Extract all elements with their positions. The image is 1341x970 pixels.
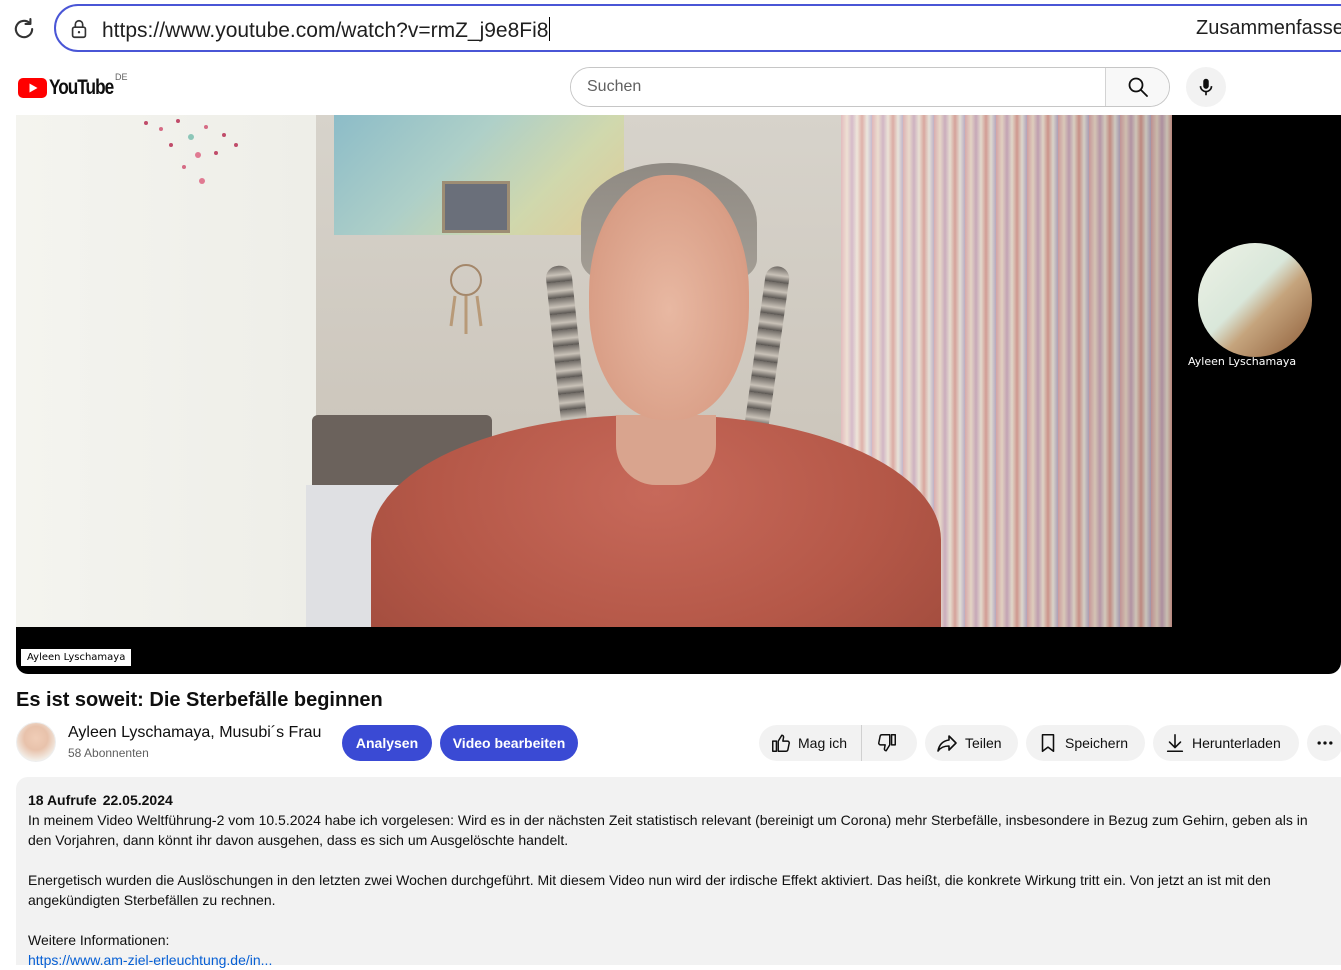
dislike-button[interactable]: [862, 725, 912, 761]
download-icon: [1166, 733, 1184, 753]
participant-avatar: [1198, 243, 1312, 357]
summarize-button[interactable]: Zusammenfasse: [1196, 17, 1341, 40]
description-paragraph-2: Energetisch wurden die Auslöschungen in …: [28, 872, 1271, 908]
browser-toolbar: https://www.youtube.com/watch?v=rmZ_j9e8…: [0, 0, 1341, 58]
more-info-label: Weitere Informationen:: [28, 932, 170, 948]
save-button[interactable]: Speichern: [1026, 725, 1145, 761]
subscriber-count: 58 Abonnenten: [68, 746, 149, 760]
youtube-logo[interactable]: YouTube DE: [18, 72, 128, 100]
video-frame[interactable]: [16, 115, 1172, 627]
save-label: Speichern: [1065, 735, 1129, 751]
speaker-face: [589, 175, 749, 420]
share-icon: [937, 735, 957, 752]
search-box: [570, 67, 1170, 107]
channel-avatar[interactable]: [16, 722, 56, 762]
thumbs-up-icon: [772, 734, 790, 752]
analytics-button[interactable]: Analysen: [342, 725, 432, 761]
download-label: Herunterladen: [1192, 735, 1281, 751]
wall-picture: [442, 181, 510, 233]
youtube-play-icon: [18, 78, 47, 98]
speaker-name-tag: Ayleen Lyschamaya: [21, 649, 132, 666]
video-player[interactable]: Ayleen Lyschamaya Ayleen Lyschamaya: [16, 115, 1341, 674]
search-icon: [1128, 77, 1148, 97]
share-button[interactable]: Teilen: [925, 725, 1018, 761]
like-label: Mag ich: [798, 735, 848, 751]
more-horizontal-icon: [1317, 741, 1333, 745]
like-dislike-group: Mag ich: [759, 725, 917, 761]
country-code: DE: [115, 72, 128, 82]
reload-icon[interactable]: [10, 15, 38, 43]
download-button[interactable]: Herunterladen: [1153, 725, 1299, 761]
share-label: Teilen: [965, 735, 1002, 751]
view-count: 18 Aufrufe: [28, 792, 97, 808]
more-actions-button[interactable]: [1307, 725, 1341, 761]
description-link[interactable]: https://www.am-ziel-erleuchtung.de/in...: [28, 952, 272, 968]
search-button[interactable]: [1105, 68, 1169, 106]
youtube-wordmark: YouTube: [49, 76, 114, 99]
dreamcatcher-decoration: [449, 264, 483, 334]
address-bar[interactable]: https://www.youtube.com/watch?v=rmZ_j9e8…: [54, 4, 1341, 52]
participant-name: Ayleen Lyschamaya: [1188, 355, 1297, 368]
like-button[interactable]: Mag ich: [759, 725, 863, 761]
description-meta: 18 Aufrufe 22.05.2024: [28, 790, 1329, 810]
youtube-masthead: YouTube DE: [0, 58, 1341, 115]
video-description[interactable]: 18 Aufrufe 22.05.2024 In meinem Video Wel…: [16, 777, 1341, 968]
upload-date: 22.05.2024: [102, 792, 173, 808]
url-text[interactable]: https://www.youtube.com/watch?v=rmZ_j9e8…: [102, 17, 551, 43]
thumbs-down-icon: [878, 734, 897, 752]
search-input[interactable]: [571, 68, 1105, 106]
edit-video-button[interactable]: Video bearbeiten: [440, 725, 578, 761]
bookmark-icon: [1041, 733, 1055, 753]
heart-decoration: [144, 119, 238, 184]
video-title: Es ist soweit: Die Sterbefälle beginnen: [16, 689, 383, 711]
voice-search-button[interactable]: [1186, 67, 1226, 107]
channel-name[interactable]: Ayleen Lyschamaya, Musubi´s Frau: [68, 724, 321, 742]
microphone-icon: [1199, 78, 1213, 96]
description-paragraph-1: In meinem Video Weltführung-2 vom 10.5.2…: [28, 812, 1308, 848]
site-info-icon[interactable]: [68, 18, 90, 40]
